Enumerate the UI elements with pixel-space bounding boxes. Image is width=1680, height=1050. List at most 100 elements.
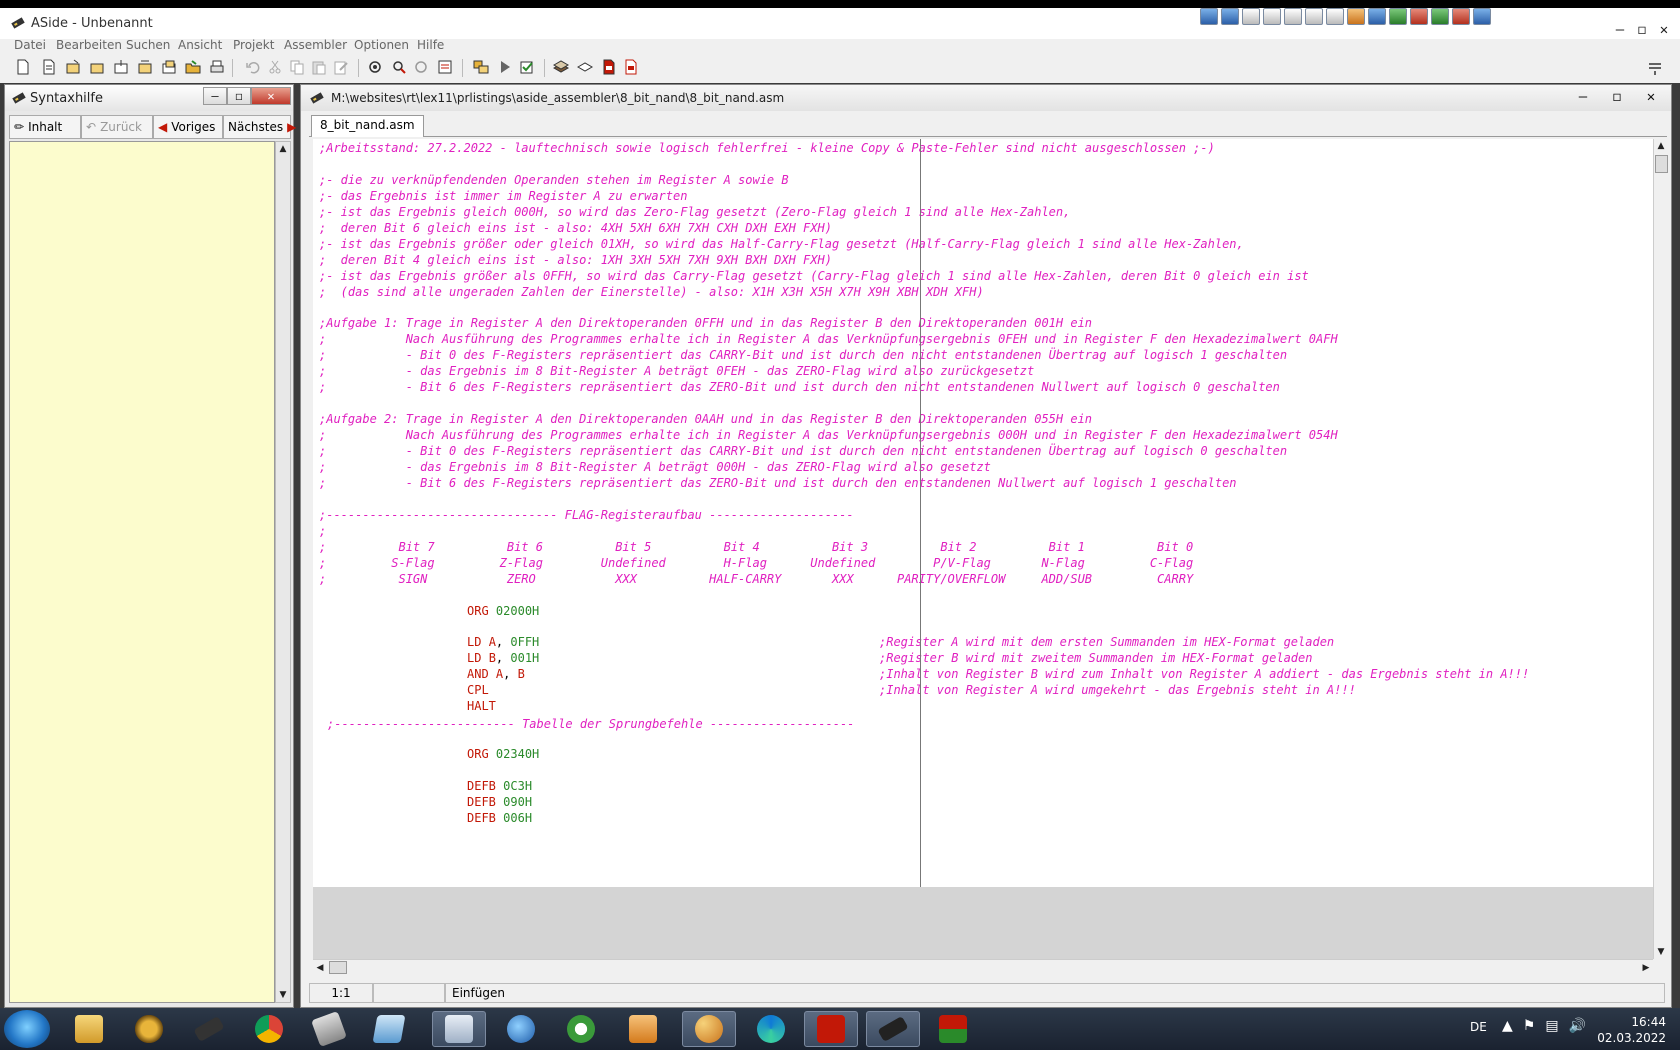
flag-icon[interactable]: ⚑ <box>1523 1018 1536 1034</box>
taskbar-calculator[interactable] <box>432 1011 486 1047</box>
help-icon-2[interactable] <box>1221 8 1239 25</box>
previous-button[interactable]: ◀ Voriges <box>153 115 223 139</box>
menu-suchen[interactable]: Suchen <box>126 38 170 52</box>
scroll-down-icon[interactable]: ▼ <box>1654 945 1668 959</box>
maximize-button[interactable]: ◻ <box>1605 88 1629 106</box>
horizontal-scrollbar[interactable]: ◀ ▶ <box>313 959 1653 975</box>
pdf-icon[interactable] <box>600 58 618 76</box>
taskbar-files-app[interactable] <box>302 1011 356 1047</box>
show-hidden-icon[interactable]: ▲ <box>1502 1018 1513 1034</box>
calendar-icon[interactable] <box>1263 8 1281 25</box>
outlook-icon[interactable] <box>1473 8 1491 25</box>
taskbar-p-app[interactable] <box>804 1011 858 1047</box>
minimize-button[interactable]: – <box>1571 88 1595 106</box>
notes-icon[interactable] <box>1326 8 1344 25</box>
maximize-button[interactable]: ◻ <box>227 87 251 105</box>
find-icon[interactable] <box>366 58 384 76</box>
scroll-left-icon[interactable]: ◀ <box>313 961 327 975</box>
mnemonic: CPL <box>467 683 489 698</box>
taskbar-edge[interactable] <box>744 1011 798 1047</box>
close-project-icon[interactable] <box>160 58 178 76</box>
scroll-up-icon[interactable]: ▲ <box>276 142 290 156</box>
journal-icon[interactable] <box>1347 8 1365 25</box>
taskbar-explorer[interactable] <box>62 1011 116 1047</box>
language-indicator[interactable]: DE <box>1470 1020 1487 1034</box>
powerpoint-icon[interactable] <box>1410 8 1428 25</box>
vertical-scroll-thumb[interactable] <box>1655 155 1668 173</box>
horizontal-scroll-thumb[interactable] <box>329 961 347 974</box>
taskbar-notepad-app[interactable] <box>362 1011 416 1047</box>
close-button[interactable]: ✕ <box>251 87 291 105</box>
menu-bearbeiten[interactable]: Bearbeiten <box>56 38 122 52</box>
paste-icon[interactable] <box>310 58 328 76</box>
check-icon[interactable] <box>518 58 536 76</box>
menu-hilfe[interactable]: Hilfe <box>417 38 444 52</box>
new-document-icon[interactable] <box>40 58 58 76</box>
print-icon[interactable] <box>208 58 226 76</box>
taskbar-aside[interactable] <box>866 1011 920 1047</box>
cut-icon[interactable] <box>266 58 284 76</box>
tasks-icon[interactable] <box>1284 8 1302 25</box>
pdf-export-icon[interactable] <box>622 58 640 76</box>
scroll-down-icon[interactable]: ▼ <box>276 988 290 1002</box>
menu-assembler[interactable]: Assembler <box>284 38 347 52</box>
taskbar-globe-app[interactable] <box>494 1011 548 1047</box>
books-icon[interactable] <box>552 58 570 76</box>
taskbar-paint-app[interactable] <box>682 1011 736 1047</box>
menu-optionen[interactable]: Optionen <box>354 38 409 52</box>
edit-icon[interactable] <box>332 58 350 76</box>
help-book-icon[interactable] <box>576 58 594 76</box>
mnemonic: DEFB <box>467 794 496 809</box>
taskbar-chrome[interactable] <box>242 1011 296 1047</box>
taskbar-media-app[interactable] <box>616 1011 670 1047</box>
undo-icon[interactable] <box>244 58 262 76</box>
code-comment-line: ;- ist das Ergebnis gleich 000H, so wird… <box>319 204 1071 219</box>
replace-icon[interactable] <box>390 58 408 76</box>
vertical-scrollbar[interactable]: ▲ ▼ <box>1653 139 1669 959</box>
open-project-icon[interactable] <box>88 58 106 76</box>
help-icon[interactable] <box>1200 8 1218 25</box>
close-button[interactable]: ✕ <box>1639 88 1663 106</box>
menu-datei[interactable]: Datei <box>14 38 46 52</box>
previous-label: Voriges <box>171 120 216 134</box>
scroll-up-icon[interactable]: ▲ <box>1654 139 1668 153</box>
volume-icon[interactable]: 🔊 <box>1569 1018 1586 1034</box>
syntax-help-scrollbar[interactable]: ▲ ▼ <box>275 141 291 1003</box>
numeric-operand: 02340H <box>495 747 540 762</box>
word-icon[interactable] <box>1368 8 1386 25</box>
menu-projekt[interactable]: Projekt <box>233 38 274 52</box>
network-icon[interactable]: ▤ <box>1545 1018 1558 1034</box>
menu-ansicht[interactable]: Ansicht <box>178 38 222 52</box>
goto-line-icon[interactable] <box>436 58 454 76</box>
find-next-icon[interactable] <box>412 58 430 76</box>
save-project-icon[interactable] <box>136 58 154 76</box>
back-button[interactable]: ↶ Zurück <box>81 115 153 139</box>
tab-8-bit-nand[interactable]: 8_bit_nand.asm <box>311 115 424 137</box>
copy-icon[interactable] <box>288 58 306 76</box>
contents-button[interactable]: ✏ Inhalt <box>9 115 81 139</box>
taskbar-chip-app[interactable] <box>182 1011 236 1047</box>
scroll-right-icon[interactable]: ▶ <box>1639 961 1653 975</box>
open-folder-icon[interactable] <box>184 58 202 76</box>
toolbar-options-icon[interactable] <box>1646 58 1664 76</box>
excel-icon[interactable] <box>1389 8 1407 25</box>
code-editor[interactable]: ;Arbeitsstand: 27.2.2022 - lauftechnisch… <box>313 139 1653 887</box>
new-project-icon[interactable] <box>64 58 82 76</box>
assemble-icon[interactable] <box>472 58 490 76</box>
next-button[interactable]: Nächstes ▶ <box>223 115 296 139</box>
start-button[interactable] <box>4 1010 50 1048</box>
taskbar-gear-app[interactable] <box>122 1011 176 1047</box>
taskbar-jkc-emu[interactable] <box>926 1011 980 1047</box>
access-icon[interactable] <box>1452 8 1470 25</box>
minimize-button[interactable]: – <box>203 87 227 105</box>
contacts-icon[interactable] <box>1305 8 1323 25</box>
new-file-icon[interactable] <box>14 58 32 76</box>
code-comment-line: ; SIGN ZERO XXX HALF-CARRY XXX PARITY/OV… <box>319 571 1194 586</box>
editor-title-bar: M:\websites\rt\lex11\prlistings\aside_as… <box>301 85 1671 111</box>
run-icon[interactable] <box>496 58 514 76</box>
publisher-icon[interactable] <box>1431 8 1449 25</box>
clock[interactable]: 16:44 02.03.2022 <box>1597 1014 1666 1046</box>
mail-icon[interactable] <box>1242 8 1260 25</box>
add-to-project-icon[interactable] <box>112 58 130 76</box>
taskbar-tools-app[interactable] <box>554 1011 608 1047</box>
